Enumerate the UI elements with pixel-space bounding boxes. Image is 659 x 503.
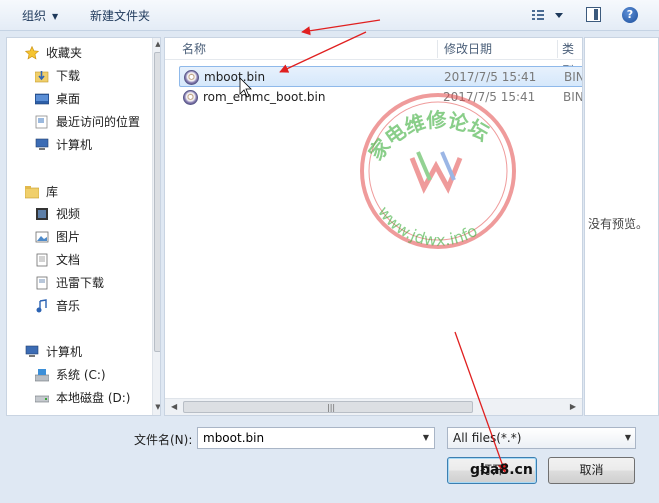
system-drive-icon: [35, 369, 49, 382]
nav-label: 下载: [56, 69, 81, 83]
desktop-icon: [35, 93, 49, 105]
nav-label: 桌面: [56, 92, 81, 106]
xunlei-download-icon: [36, 276, 48, 290]
file-date: 2017/7/5 15:41: [443, 90, 536, 104]
nav-label: 最近访问的位置: [56, 115, 141, 129]
new-folder-button[interactable]: 新建文件夹: [90, 6, 150, 26]
help-icon[interactable]: ?: [622, 7, 638, 23]
bin-file-icon: [184, 70, 199, 85]
nav-label: 计算机: [56, 138, 93, 152]
cancel-button-label: 取消: [579, 463, 604, 477]
filename-dropdown-icon[interactable]: ▼: [418, 428, 434, 448]
scroll-thumb[interactable]: [154, 52, 160, 352]
nav-label: 视频: [56, 207, 81, 221]
file-row-mboot[interactable]: mboot.bin 2017/7/5 15:41 BIN: [179, 66, 583, 87]
sort-indicator-icon: ⌃: [302, 37, 310, 45]
scroll-right-icon[interactable]: ▶: [570, 402, 576, 411]
scroll-left-icon[interactable]: ◀: [171, 402, 177, 411]
bin-file-icon: [183, 90, 198, 105]
nav-label: 系统 (C:): [56, 368, 106, 382]
local-disk-icon: [35, 395, 49, 403]
chevron-down-icon: ▼: [52, 12, 59, 21]
scroll-down-icon[interactable]: ▼: [154, 403, 160, 411]
library-icon: [25, 186, 39, 199]
column-header-row: ⌃ 名称 修改日期 类型: [165, 37, 582, 78]
scroll-thumb[interactable]: |||: [183, 401, 473, 413]
toolbar: 组织 ▼ 新建文件夹 ?: [0, 0, 659, 31]
file-name: mboot.bin: [204, 70, 266, 84]
view-list-icon: [532, 10, 563, 20]
nav-label: 本地磁盘 (D:): [56, 391, 131, 405]
pictures-icon: [35, 231, 49, 243]
file-type: BIN: [564, 70, 583, 84]
filename-label: 文件名(N):: [134, 433, 193, 447]
column-header-type[interactable]: 类型: [562, 38, 582, 78]
computer-icon: [35, 138, 49, 150]
star-icon: [25, 46, 39, 60]
file-date: 2017/7/5 15:41: [444, 70, 537, 84]
nav-label: 音乐: [56, 299, 81, 313]
column-divider[interactable]: [437, 40, 438, 58]
nav-label: 图片: [56, 230, 81, 244]
organize-button[interactable]: 组织 ▼: [22, 6, 58, 26]
nav-vertical-scrollbar[interactable]: ▲ ▼: [152, 38, 160, 415]
file-row-rom-emmc-boot[interactable]: rom_emmc_boot.bin 2017/7/5 15:41 BIN: [179, 87, 583, 108]
cancel-button[interactable]: 取消: [548, 457, 635, 484]
file-type-select[interactable]: All files(*.*) ▼: [447, 427, 636, 449]
open-button-label: 打开: [479, 463, 504, 477]
column-header-date[interactable]: 修改日期: [444, 38, 492, 60]
nav-label: 迅雷下载: [56, 276, 105, 290]
file-type-value: All files(*.*): [453, 431, 522, 445]
column-header-name[interactable]: 名称: [182, 38, 206, 60]
file-list: ⌃ 名称 修改日期 类型 mboot.bin 2017/7/5 15:41 BI…: [164, 37, 583, 416]
view-options-button[interactable]: [531, 6, 571, 26]
video-icon: [36, 208, 48, 220]
organize-label: 组织: [22, 9, 47, 23]
preview-pane-toggle[interactable]: [586, 7, 601, 22]
nav-label: 文档: [56, 253, 81, 267]
music-icon: [36, 299, 47, 313]
nav-label: 收藏夹: [46, 46, 83, 60]
preview-pane: 没有预览。: [584, 37, 659, 416]
download-folder-icon: [35, 71, 49, 83]
nav-label: 计算机: [46, 345, 83, 359]
grip-icon: |||: [327, 403, 336, 412]
chevron-down-icon: ▼: [624, 433, 631, 442]
file-list-horizontal-scrollbar[interactable]: ◀ ||| ▶: [165, 398, 582, 415]
open-button[interactable]: 打开: [447, 457, 537, 484]
documents-icon: [36, 253, 48, 267]
file-type: BIN: [563, 90, 583, 104]
computer-icon: [25, 345, 39, 357]
filename-input[interactable]: [197, 427, 435, 449]
column-divider[interactable]: [557, 40, 558, 58]
navigation-pane: 收藏夹 下载 桌面 最近访问的位置 计算机 库 视频 图片 文档 迅雷下载 音乐: [6, 37, 161, 416]
recent-places-icon: [35, 115, 48, 129]
no-preview-text: 没有预览。: [588, 217, 649, 231]
scroll-up-icon[interactable]: ▲: [154, 40, 160, 48]
file-name: rom_emmc_boot.bin: [203, 90, 326, 104]
nav-label: 库: [46, 185, 59, 199]
